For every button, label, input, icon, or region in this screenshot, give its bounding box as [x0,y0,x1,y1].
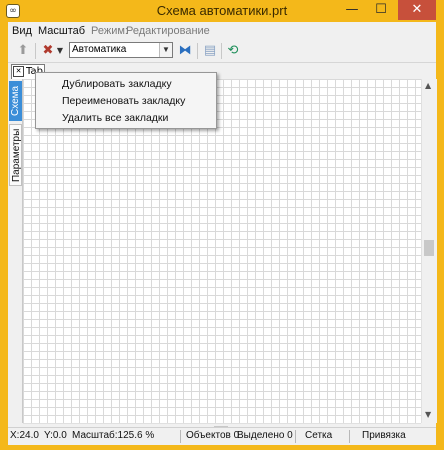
scroll-down-icon[interactable]: ▼ [425,410,431,419]
dropdown-arrow-icon[interactable]: ▼ [55,42,65,60]
status-y-coordinate: Y:0.0 [44,430,67,441]
status-x-coordinate: X:24.0 [10,430,39,441]
tab-context-menu: Дублировать закладку Переименовать закла… [35,72,217,129]
arrow-up-icon[interactable]: ⬆ [14,42,32,60]
status-scale: Масштаб:125.6 % [72,430,155,441]
drawing-canvas-grid[interactable] [23,79,421,423]
status-separator [349,430,350,443]
menu-item-rename-tab[interactable]: Переименовать закладку [62,95,185,107]
status-snap-toggle[interactable]: Привязка [362,430,406,441]
menu-bar: Вид Масштаб Режим: Редактирование [8,22,436,40]
side-tab-parameters[interactable]: Параметры [9,124,22,186]
close-button[interactable]: ✕ [398,0,436,20]
status-selected-count: Выделено 0 [237,430,293,441]
status-objects-count: Объектов 0 [186,430,240,441]
scheme-type-combo[interactable]: Автоматика ▼ [69,42,173,58]
scheme-type-value: Автоматика [72,44,127,55]
status-separator [180,430,181,443]
sync-icon[interactable]: ⟲ [224,42,242,60]
menu-item-delete-all-tabs[interactable]: Удалить все закладки [62,112,168,124]
status-bar: X:24.0 Y:0.0 Масштаб:125.6 % Объектов 0 … [8,427,436,445]
mode-label: Режим: [91,25,128,37]
menu-scale[interactable]: Масштаб [38,25,85,37]
vertical-scroll-thumb[interactable] [424,240,434,256]
mode-value: Редактирование [126,25,210,37]
toolbar-separator [35,43,36,59]
toolbar: ⬆ ✖ ▼ Автоматика ▼ ⧓ ▤ ⟲ [8,40,436,63]
app-window: ∞ Схема автоматики.prt — ☐ ✕ Вид Масштаб… [0,0,444,450]
toolbar-separator [221,43,222,59]
scheme-select-icon[interactable]: ⧓ [176,42,194,60]
scroll-up-icon[interactable]: ▲ [425,81,431,90]
side-tab-scheme[interactable]: Схема [9,81,22,121]
side-panel: Схема Параметры [8,79,23,423]
tab-close-icon[interactable]: ✕ [13,65,24,77]
status-grid-toggle[interactable]: Сетка [305,430,332,441]
toolbar-separator [197,43,198,59]
menu-item-duplicate-tab[interactable]: Дублировать закладку [62,78,172,90]
layers-icon[interactable]: ▤ [201,42,219,60]
vertical-scrollbar[interactable]: ▲ ▼ [421,79,437,423]
chevron-down-icon[interactable]: ▼ [159,43,172,57]
maximize-button[interactable]: ☐ [368,0,394,20]
minimize-button[interactable]: — [339,0,365,20]
title-bar[interactable]: ∞ Схема автоматики.prt — ☐ ✕ [0,0,444,22]
menu-view[interactable]: Вид [12,25,32,37]
status-separator [295,430,296,443]
